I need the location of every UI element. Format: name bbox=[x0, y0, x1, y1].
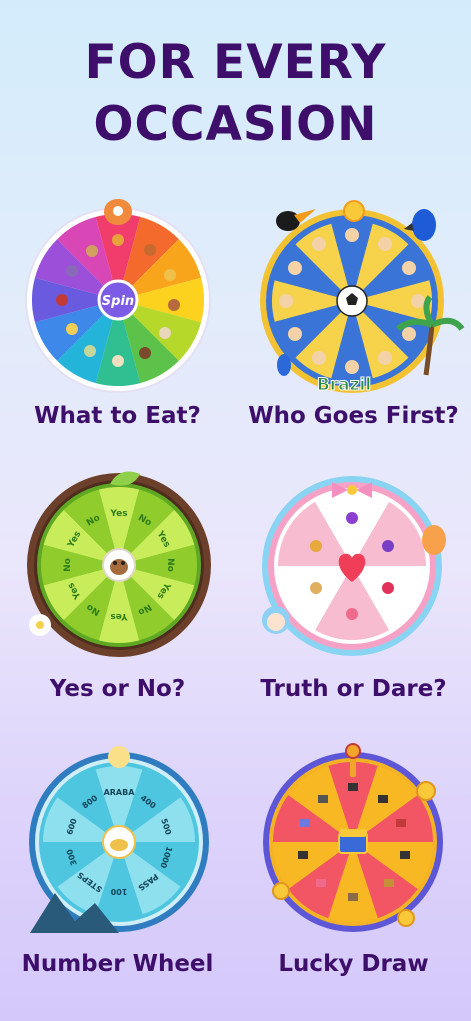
food-wheel[interactable]: Spin bbox=[0, 195, 235, 405]
cat-rider-icon bbox=[102, 825, 136, 859]
sun-icon bbox=[343, 200, 365, 222]
wheel-card-number-wheel[interactable]: ARABA 400 500 1000 PASS 100 STEPS 300 600 800 Num… bbox=[0, 743, 235, 1018]
yes-no-label: Yes bbox=[110, 611, 128, 621]
flower-icon bbox=[29, 614, 51, 636]
brazil-badge: Brazil bbox=[317, 375, 371, 395]
sun-icon bbox=[108, 746, 130, 768]
girl-character-icon bbox=[262, 606, 290, 634]
wheel-card-what-to-eat[interactable]: Spin What to Eat? bbox=[0, 195, 235, 470]
wheel-card-lucky-draw[interactable]: Lucky Draw bbox=[236, 743, 471, 1018]
caption-lucky-draw: Lucky Draw bbox=[278, 951, 429, 977]
caption-who-goes-first: Who Goes First? bbox=[248, 403, 459, 429]
wheel-card-truth-or-dare[interactable]: Truth or Dare? bbox=[236, 470, 471, 745]
location-pin-icon bbox=[104, 199, 132, 225]
treasure-chest-icon bbox=[338, 829, 368, 854]
caption-what-to-eat: What to Eat? bbox=[34, 403, 201, 429]
yes-no-label: No bbox=[63, 558, 73, 572]
headline-line-1: FOR EVERY bbox=[84, 35, 387, 90]
balloon-icon bbox=[422, 525, 446, 555]
number-wheel-label: ARABA bbox=[104, 788, 136, 797]
page-headline: FOR EVERY OCCASION bbox=[0, 32, 471, 156]
soccer-wheel[interactable]: Brazil bbox=[236, 195, 471, 405]
sandals-icon bbox=[277, 354, 291, 376]
yes-no-label: Yes bbox=[109, 509, 127, 519]
yes-no-label: No bbox=[165, 558, 175, 572]
truth-or-dare-wheel[interactable] bbox=[236, 470, 471, 670]
spin-label: Spin bbox=[102, 294, 134, 309]
caption-number-wheel: Number Wheel bbox=[21, 951, 214, 977]
caption-yes-or-no: Yes or No? bbox=[49, 676, 186, 702]
caption-truth-or-dare: Truth or Dare? bbox=[260, 676, 447, 702]
yes-no-wheel[interactable]: Yes NoYesNoYesNoYesNoYesNoYesNo bbox=[0, 470, 235, 670]
wheel-card-yes-or-no[interactable]: Yes No Yes No Yes No Yes No Yes No Yes No Yes or No… bbox=[0, 470, 235, 745]
wheel-card-who-goes-first[interactable]: Brazil Who Goes First? bbox=[236, 195, 471, 470]
lucky-draw-wheel[interactable] bbox=[236, 743, 471, 943]
headline-line-2: OCCASION bbox=[93, 97, 378, 152]
number-wheel[interactable]: ARABA4005001000PASS100STEPS300600800 bbox=[0, 743, 235, 943]
soccer-ball-icon bbox=[336, 285, 368, 317]
sparrow-icon bbox=[102, 548, 136, 582]
number-wheel-label: 100 bbox=[110, 887, 127, 896]
